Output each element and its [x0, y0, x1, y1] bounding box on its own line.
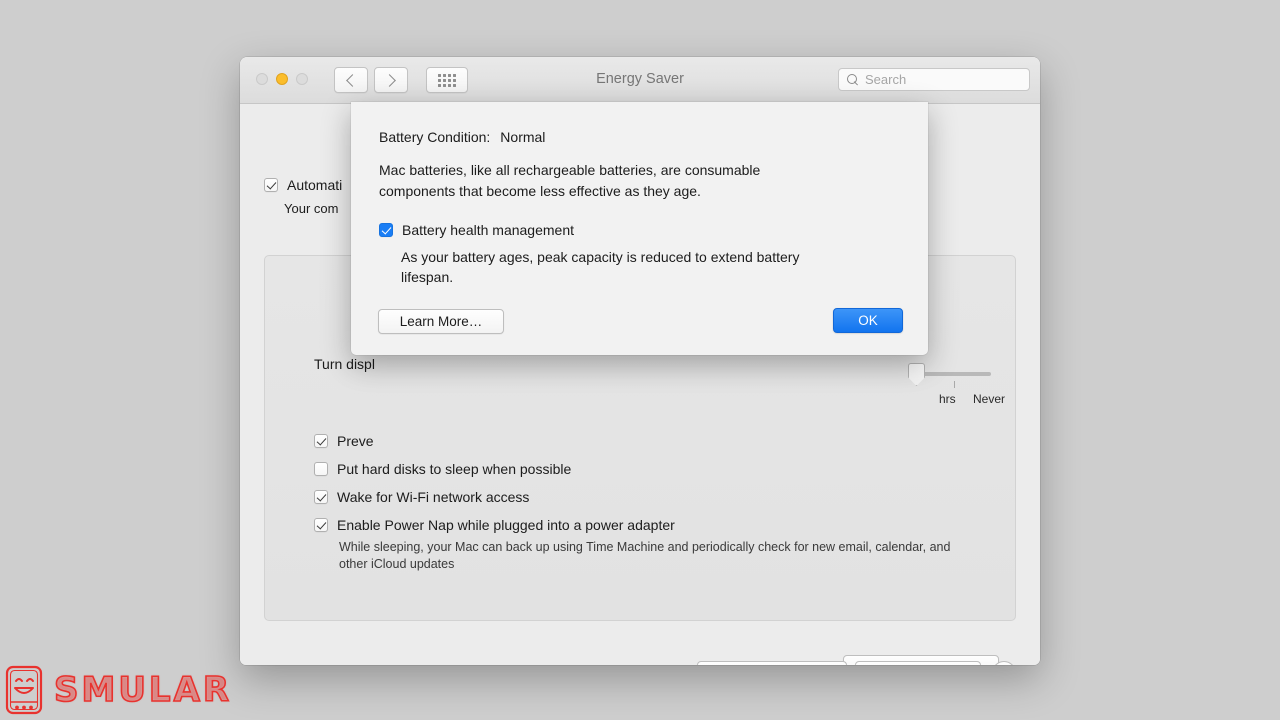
battery-condition-row: Battery Condition: Normal — [379, 129, 545, 145]
option-prevent-sleep-label: Preve — [337, 433, 374, 449]
option-power-nap-row[interactable]: Enable Power Nap while plugged into a po… — [314, 518, 675, 532]
turn-display-off-label: Turn displ — [314, 356, 375, 372]
battery-health-management-label: Battery health management — [402, 222, 574, 238]
slider-tick — [954, 381, 955, 388]
battery-health-management-note: As your battery ages, peak capacity is r… — [401, 249, 800, 285]
option-power-nap-label: Enable Power Nap while plugged into a po… — [337, 517, 675, 533]
learn-more-button[interactable]: Learn More… — [378, 309, 504, 334]
battery-condition-label: Battery Condition: — [379, 129, 491, 145]
schedule-button[interactable]: Schedule… — [855, 661, 981, 665]
slider-min-label: hrs — [939, 392, 956, 406]
option-wake-wifi-row[interactable]: Wake for Wi-Fi network access — [314, 490, 675, 504]
search-icon — [847, 73, 859, 86]
ok-button[interactable]: OK — [833, 308, 903, 333]
slider-track[interactable] — [919, 372, 991, 376]
automatic-graphics-switching-row[interactable]: Automati — [264, 178, 342, 192]
help-button[interactable]: ? — [992, 661, 1016, 665]
battery-health-dialog: Battery Condition: Normal Mac batteries, … — [351, 102, 928, 355]
option-hard-disk-sleep-row[interactable]: Put hard disks to sleep when possible — [314, 462, 675, 476]
power-options-list: Preve Put hard disks to sleep when possi… — [314, 434, 675, 532]
option-prevent-sleep-row[interactable]: Preve — [314, 434, 675, 448]
battery-health-button[interactable]: Battery Health… — [697, 661, 847, 665]
smular-watermark: SMULAR — [4, 664, 232, 716]
battery-description: Mac batteries, like all rechargeable bat… — [379, 162, 761, 199]
search-field[interactable] — [838, 68, 1030, 91]
window-bottom-bar: Show battery status in menu bar Battery … — [240, 651, 1040, 665]
battery-condition-value: Normal — [500, 129, 546, 145]
option-hard-disk-sleep-label: Put hard disks to sleep when possible — [337, 461, 572, 477]
desktop-background: Energy Saver Automati Your com Turn disp… — [0, 0, 1280, 720]
phone-smiley-icon — [5, 665, 43, 715]
battery-health-management-checkbox[interactable] — [379, 223, 393, 237]
option-prevent-sleep-checkbox[interactable] — [314, 434, 328, 448]
option-wake-wifi-checkbox[interactable] — [314, 490, 328, 504]
battery-health-management-row[interactable]: Battery health management — [379, 223, 574, 237]
option-hard-disk-sleep-checkbox[interactable] — [314, 462, 328, 476]
slider-thumb[interactable] — [908, 363, 925, 386]
automatic-graphics-switching-sublabel: Your com — [284, 201, 339, 216]
power-nap-note: While sleeping, your Mac can back up usi… — [339, 540, 951, 571]
display-sleep-slider[interactable] — [905, 363, 997, 393]
automatic-graphics-switching-label: Automati — [287, 177, 343, 193]
window-titlebar: Energy Saver — [240, 57, 1040, 104]
slider-max-label: Never — [973, 392, 1006, 406]
search-input[interactable] — [865, 72, 1023, 87]
option-wake-wifi-label: Wake for Wi-Fi network access — [337, 489, 530, 505]
watermark-text: SMULAR — [53, 669, 233, 711]
option-power-nap-checkbox[interactable] — [314, 518, 328, 532]
automatic-graphics-switching-checkbox[interactable] — [264, 178, 278, 192]
